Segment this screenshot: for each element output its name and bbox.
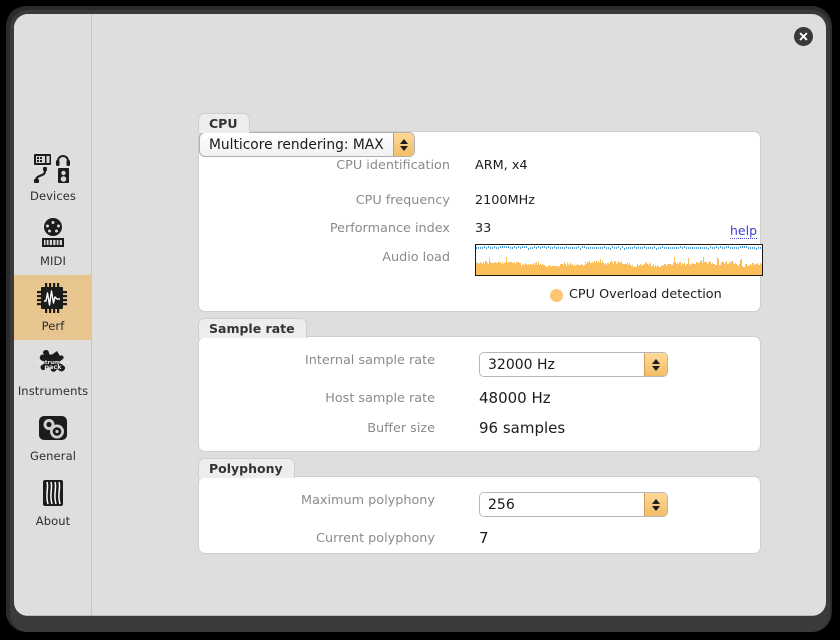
chevron-up-icon: [652, 358, 660, 364]
strings-icon: [33, 476, 73, 510]
buffer-size-value: 96 samples: [479, 419, 566, 437]
chevron-up-icon: [399, 138, 408, 144]
cpu-overload-label: CPU Overload detection: [569, 287, 722, 302]
cpu-frequency-row: CPU frequency 2100MHz: [199, 193, 760, 208]
sidebar-item-about[interactable]: About: [14, 470, 92, 535]
audio-load-meter: [475, 244, 763, 276]
app-root: Devices MIDI Perf instrument pack Instru…: [0, 0, 840, 640]
internal-sample-rate-label: Internal sample rate: [305, 353, 435, 368]
sidebar: Devices MIDI Perf instrument pack Instru…: [14, 14, 92, 616]
settings-window: Devices MIDI Perf instrument pack Instru…: [14, 14, 826, 616]
sidebar-item-label: General: [29, 449, 77, 463]
polyphony-panel: Polyphony Maximum polyphony 256 Current …: [198, 458, 761, 554]
content-area: CPU CPU identification ARM, x4 CPU frequ…: [92, 14, 826, 616]
cpu-panel: CPU CPU identification ARM, x4 CPU frequ…: [198, 113, 763, 312]
chevron-down-icon: [652, 505, 660, 511]
current-polyphony-row: Current polyphony 7: [199, 529, 760, 547]
cpu-overload-led: [550, 289, 563, 302]
sidebar-item-perf[interactable]: Perf: [14, 275, 92, 340]
internal-sample-rate-field[interactable]: 32000 Hz: [479, 352, 668, 377]
sidebar-item-midi[interactable]: MIDI: [14, 210, 92, 275]
host-sample-rate-row: Host sample rate 48000 Hz: [199, 389, 760, 407]
cpu-panel-title: CPU: [198, 113, 250, 133]
chevron-down-icon: [399, 145, 408, 151]
chevron-up-icon: [652, 498, 660, 504]
cpu-chip-icon: [33, 281, 73, 315]
host-sample-rate-label: Host sample rate: [325, 390, 435, 406]
multicore-rendering-value: Multicore rendering: MAX: [209, 136, 384, 153]
multicore-rendering-stepper[interactable]: [392, 133, 414, 156]
performance-index-label: Performance index: [329, 221, 450, 236]
puzzle-piece-icon: instrument pack: [33, 346, 73, 380]
current-polyphony-value: 7: [479, 529, 489, 547]
sidebar-item-label: MIDI: [40, 254, 66, 268]
cpu-identification-value: ARM, x4: [475, 158, 528, 173]
devices-icon: [33, 151, 73, 185]
sidebar-item-instruments[interactable]: instrument pack Instruments: [14, 340, 92, 405]
cpu-identification-row: CPU identification ARM, x4: [199, 158, 760, 173]
sample-rate-panel-title: Sample rate: [198, 318, 307, 338]
midi-din-icon: [33, 216, 73, 250]
help-link[interactable]: help: [730, 224, 758, 239]
sample-rate-panel: Sample rate Internal sample rate 32000 H…: [198, 318, 761, 452]
current-polyphony-label: Current polyphony: [316, 530, 435, 546]
cpu-frequency-label: CPU frequency: [355, 193, 450, 208]
sidebar-item-label: Devices: [29, 189, 77, 203]
internal-sample-rate-stepper[interactable]: [644, 353, 667, 376]
multicore-rendering-combo[interactable]: Multicore rendering: MAX: [199, 132, 415, 157]
audio-load-meter-bars: [476, 245, 762, 275]
maximum-polyphony-label: Maximum polyphony: [301, 493, 435, 508]
sidebar-item-label: About: [35, 514, 71, 528]
cpu-identification-label: CPU identification: [336, 158, 450, 173]
audio-load-label: Audio load: [382, 250, 450, 265]
polyphony-panel-title: Polyphony: [198, 458, 295, 478]
sidebar-item-devices[interactable]: Devices: [14, 145, 92, 210]
chevron-down-icon: [652, 365, 660, 371]
host-sample-rate-value: 48000 Hz: [479, 389, 551, 407]
window-bottom-divider: [14, 615, 826, 616]
performance-index-value: 33: [475, 221, 492, 236]
svg-text:pack: pack: [44, 363, 62, 371]
sidebar-item-general[interactable]: General: [14, 405, 92, 470]
maximum-polyphony-field[interactable]: 256: [479, 492, 668, 517]
cpu-frequency-value: 2100MHz: [475, 193, 535, 208]
knobs-icon: [33, 411, 73, 445]
performance-index-row: Performance index 33: [199, 221, 760, 236]
sidebar-item-label: Perf: [41, 319, 65, 333]
buffer-size-row: Buffer size 96 samples: [199, 419, 760, 437]
sidebar-item-label: Instruments: [17, 384, 89, 398]
internal-sample-rate-value[interactable]: 32000 Hz: [480, 353, 644, 376]
maximum-polyphony-value[interactable]: 256: [480, 493, 644, 516]
maximum-polyphony-stepper[interactable]: [644, 493, 667, 516]
buffer-size-label: Buffer size: [367, 420, 435, 436]
